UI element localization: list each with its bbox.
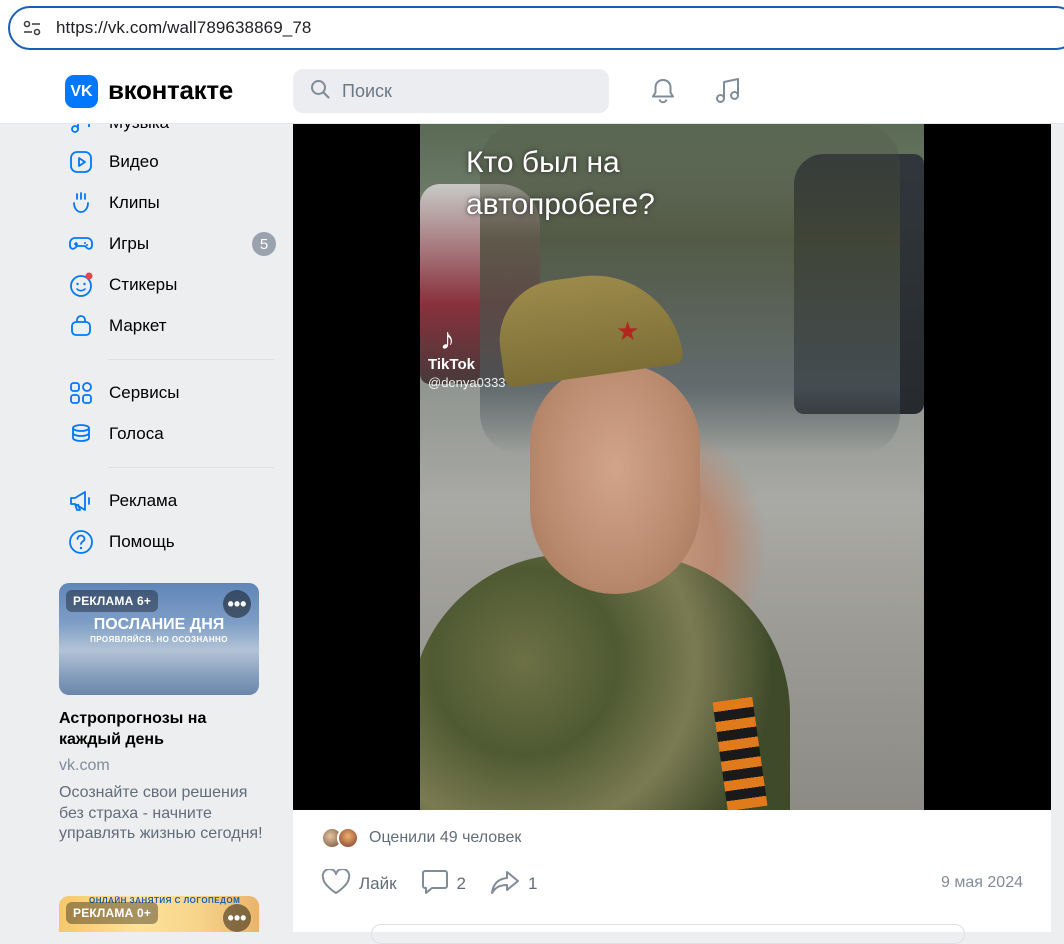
sidebar-item-label: Клипы [109,193,160,212]
video-caption-line: Кто был на [466,146,620,179]
sidebar-item-votes[interactable]: Голоса [68,419,164,449]
vk-logo-text[interactable]: вконтакте [108,75,233,106]
help-icon [68,529,94,555]
ad-title[interactable]: Астропрогнозы на каждый день [59,708,259,750]
post-date[interactable]: 9 мая 2024 [941,874,1023,892]
sidebar-item-video[interactable]: Видео [68,147,159,177]
bell-icon[interactable] [647,75,679,107]
comments-count: 2 [456,874,467,893]
shares-count: 1 [528,874,538,893]
sidebar-item-label: Реклама [109,491,178,510]
sidebar-item-label: Игры [109,234,150,253]
browser-toolbar: https://vk.com/wall789638869_78 [0,0,1064,58]
clips-icon [68,190,94,216]
ad-headline: ПОСЛАНИЕ ДНЯ [93,616,225,633]
games-count-badge: 5 [252,232,276,256]
ad-subheadline: ПРОЯВЛЯЙСЯ. НО ОСОЗНАННО [90,635,228,644]
sidebar-item-clips[interactable]: Клипы [68,188,160,218]
more-options-icon[interactable]: ••• [223,590,251,618]
url-text[interactable]: https://vk.com/wall789638869_78 [56,18,311,38]
sticker-icon [68,272,94,298]
megaphone-icon [68,488,94,514]
video-caption: Кто был на автопробеге? [466,142,655,226]
sidebar-item-label: Маркет [109,316,167,335]
sidebar-divider [108,467,274,468]
sidebar-item-label: Сервисы [109,383,180,402]
video-icon [68,149,94,175]
sidebar-item-games[interactable]: Игры [68,229,149,259]
sidebar-item-help[interactable]: Помощь [68,527,175,557]
video-player[interactable]: ★ Кто был на автопробеге? ♪ TikTok @deny… [293,124,1051,810]
comment-input[interactable] [371,924,965,944]
ad-domain[interactable]: vk.com [59,757,110,775]
ad-label: РЕКЛАМА 6+ [66,590,159,612]
sidebar-item-label: Видео [109,152,159,171]
tiktok-username: @denya0333 [428,375,506,390]
ad-label: РЕКЛАМА 0+ [66,902,159,924]
comment-button[interactable]: 2 [421,869,466,900]
sidebar-item-ads[interactable]: Реклама [68,486,177,516]
likes-summary[interactable]: Оценили 49 человек [321,826,521,850]
services-icon [68,380,94,406]
heart-icon [321,867,351,900]
like-label: Лайк [359,874,397,893]
sidebar-item-label: Стикеры [109,275,178,294]
sidebar-divider [108,359,274,360]
votes-icon [68,421,94,447]
search-input[interactable] [342,80,582,102]
search-box[interactable] [293,69,609,113]
sidebar-item-label: Голоса [109,424,164,443]
avatar [337,827,359,849]
vk-logo-icon[interactable]: VK [65,75,98,108]
like-button[interactable]: Лайк [321,867,397,900]
site-settings-icon[interactable] [22,18,42,38]
video-frame[interactable]: ★ Кто был на автопробеге? ♪ TikTok @deny… [420,124,924,810]
wall-post: ★ Кто был на автопробеге? ♪ TikTok @deny… [293,124,1051,944]
gamepad-icon [68,231,94,257]
video-scene-face [530,364,700,594]
vk-header: VK вконтакте [0,58,1064,124]
sidebar-item-label: Помощь [109,532,175,551]
video-caption-line: автопробеге? [466,188,655,221]
more-options-icon[interactable]: ••• [223,904,251,932]
market-icon [68,313,94,339]
liked-by-text: Оценили 49 человек [369,829,522,846]
tiktok-brand: TikTok [428,356,475,373]
music-icon[interactable] [712,75,744,107]
sidebar-item-services[interactable]: Сервисы [68,378,179,408]
address-bar[interactable]: https://vk.com/wall789638869_78 [8,6,1064,50]
comment-icon [421,869,449,900]
search-icon [310,79,330,104]
star-icon: ★ [616,316,640,346]
ad-image[interactable]: ОНЛАЙН ЗАНЯТИЯ С ЛОГОПЕДОМ РЕКЛАМА 0+ ••… [59,896,259,932]
sidebar-item-market[interactable]: Маркет [68,311,167,341]
share-icon [490,869,520,900]
ad-image[interactable]: РЕКЛАМА 6+ ••• ПОСЛАНИЕ ДНЯ ПРОЯВЛЯЙСЯ. … [59,583,259,695]
share-button[interactable]: 1 [490,869,537,900]
tiktok-icon: ♪ [440,323,455,356]
post-actions: Лайк 2 1 [321,867,561,900]
tiktok-watermark: ♪ TikTok @denya0333 [428,323,506,391]
ad-description: Осознайте свои решения без страха - начн… [59,784,263,842]
sidebar-item-stickers[interactable]: Стикеры [68,270,177,300]
